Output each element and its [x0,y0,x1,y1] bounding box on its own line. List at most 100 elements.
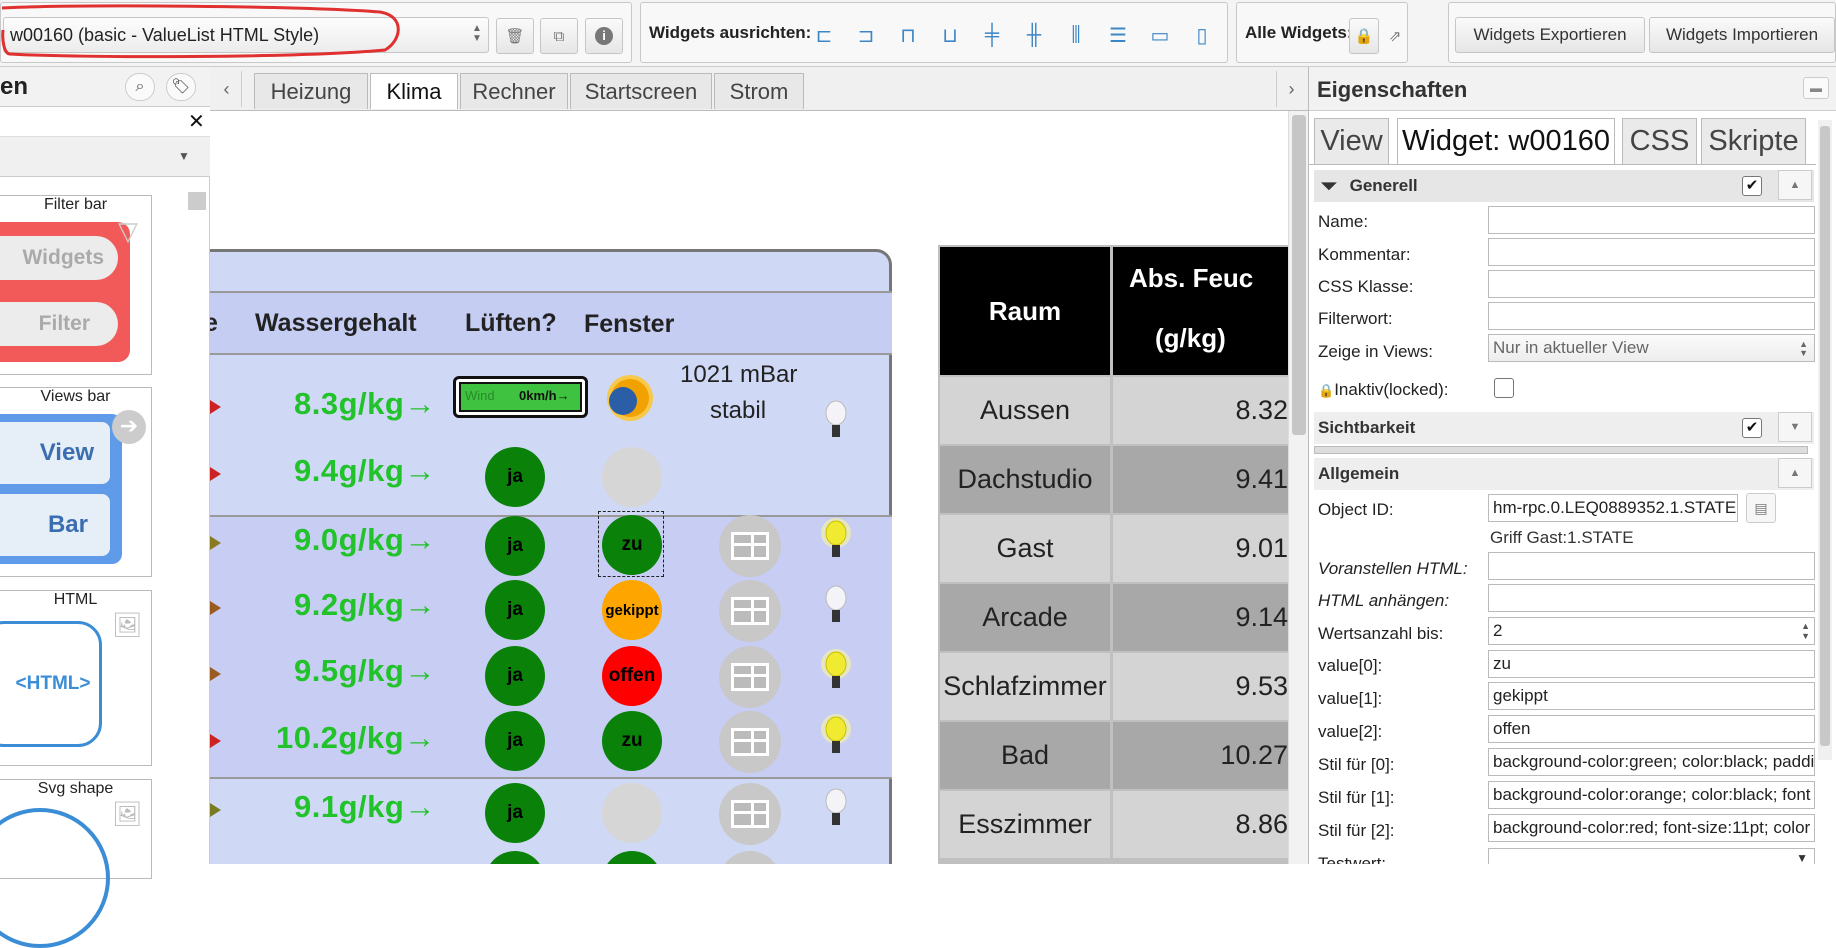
air-indicator[interactable]: ja [485,711,545,771]
export-widgets-button[interactable]: Widgets Exportieren [1455,17,1645,53]
section-expand-button[interactable]: ▼ [1778,412,1812,442]
window-state[interactable]: gekippt [602,580,662,640]
collapse-panel-button[interactable]: ▬ [1803,77,1829,99]
tab-view[interactable]: View [1314,118,1389,164]
tab-klima[interactable]: Klima [370,73,458,109]
unlock-all-button[interactable]: ⇗ [1383,18,1407,54]
section-generell[interactable]: ⏷ Generell [1314,170,1814,202]
tab-skripte[interactable]: Skripte [1701,118,1806,164]
align-left-icon[interactable]: ⊏ [811,21,837,49]
window-state[interactable]: zu [602,515,662,575]
table-cell-room: Arcade [940,584,1110,651]
value0-field[interactable]: zu [1488,650,1815,678]
trend-arrow-icon [210,734,221,748]
name-field[interactable] [1488,206,1815,234]
canvas-scrollbar-thumb[interactable] [1292,115,1306,435]
object-id-field[interactable]: hm-rpc.0.LEQ0889352.1.STATE [1488,494,1738,522]
prepend-html-field[interactable] [1488,552,1815,580]
pressure-trend: stabil [710,397,767,424]
stepper-arrows-icon[interactable]: ▲ ▼ [1801,621,1810,641]
tab-heizung[interactable]: Heizung [254,73,368,109]
delete-widget-button[interactable]: 🗑 [496,18,534,54]
locked-checkbox[interactable] [1494,378,1514,398]
widget-palette: en ⌕ 🏷 ✕ ▼ Filter bar Widgets Filter ▽ V… [0,67,210,948]
window-state[interactable]: zu [602,711,662,771]
section-title: Generell [1349,176,1418,195]
palette-card-views-bar[interactable]: Views bar View Bar ➔ [0,387,152,577]
filter-widgets-button: Widgets [0,236,118,280]
palette-card-filter-bar[interactable]: Filter bar Widgets Filter ▽ [0,195,152,375]
tab-css[interactable]: CSS [1622,118,1697,164]
window-state[interactable] [602,447,662,507]
distribute-h-icon[interactable]: ⫼ [1063,21,1089,49]
table-cell-room: Esszimmer [940,791,1110,858]
section-sichtbarkeit[interactable]: Sichtbarkeit [1314,412,1814,444]
filter-field[interactable] [1488,302,1815,330]
value2-field[interactable]: offen [1488,715,1815,743]
palette-tag-button[interactable]: 🏷 [166,73,196,101]
table-cell-room: Bad [940,722,1110,789]
section-collapse-button[interactable]: ▲ [1778,458,1812,488]
close-icon[interactable]: ✕ [188,109,205,134]
canvas-scrollbar[interactable] [1288,111,1308,864]
palette-card-svg-shape[interactable]: Svg shape 🖼 [0,779,152,948]
wind-sensor[interactable]: Wind 0km/h→ [453,376,588,418]
palette-scrollbar-thumb[interactable] [188,192,206,210]
section-allgemein[interactable]: Allgemein [1314,458,1814,490]
palette-set-select[interactable]: ▼ [0,137,210,177]
tab-strom[interactable]: Strom [714,73,804,109]
properties-scrollbar-thumb[interactable] [1820,126,1830,746]
show-in-views-select[interactable]: Nur in aktueller View ▲ ▼ [1488,334,1815,362]
copy-widget-button[interactable]: ⧉ [540,18,578,54]
palette-search-button[interactable]: ⌕ [125,73,155,101]
count-stepper[interactable]: 2 ▲ ▼ [1488,617,1815,645]
tabs-scroll-right[interactable]: › [1276,71,1306,107]
widget-info-button[interactable]: i [585,18,623,54]
same-width-icon[interactable]: ▭ [1147,21,1173,49]
section-visibility-checkbox[interactable]: ✔ [1742,418,1762,438]
air-indicator[interactable]: ja [485,516,545,576]
list-icon: ▤ [1754,499,1768,516]
style1-field[interactable]: background-color:orange; color:black; fo… [1488,781,1815,809]
tabs-scroll-left[interactable]: ‹ [212,71,242,107]
align-bottom-icon[interactable]: ⊔ [937,21,963,49]
tab-rechner[interactable]: Rechner [460,73,568,109]
tab-widget[interactable]: Widget: w00160 [1397,118,1615,164]
align-right-icon[interactable]: ⊐ [853,21,879,49]
comment-field[interactable] [1488,238,1815,266]
palette-card-html[interactable]: HTML <HTML> 🖼 [0,590,152,766]
section-generell-checkbox[interactable]: ✔ [1742,176,1762,196]
air-indicator[interactable]: ja [485,580,545,640]
append-html-field[interactable] [1488,584,1815,612]
image-icon: 🖼 [112,612,143,639]
align-top-icon[interactable]: ⊓ [895,21,921,49]
same-height-icon[interactable]: ▯ [1189,21,1215,49]
views-bar-button: Bar [0,494,110,556]
lock-all-button[interactable]: 🔒 [1349,18,1379,54]
align-center-v-icon[interactable]: ╫ [1021,21,1047,49]
trend-arrow-icon [210,667,221,681]
air-indicator[interactable]: ja [485,646,545,706]
table-header-unit: (g/kg) [1155,323,1226,353]
bulb-off-icon [825,400,847,437]
import-widgets-button[interactable]: Widgets Importieren [1649,17,1835,53]
window-state[interactable]: offen [602,646,662,706]
window-state[interactable] [602,783,662,843]
style2-field[interactable]: background-color:red; font-size:11pt; co… [1488,814,1815,842]
properties-scrollbar[interactable] [1818,120,1832,760]
trend-arrow-icon [210,400,221,414]
style0-field[interactable]: background-color:green; color:black; pad… [1488,748,1815,776]
distribute-v-icon[interactable]: ☰ [1105,21,1131,49]
water-value: 10.2g/kg→ [276,720,436,755]
object-id-browse-button[interactable]: ▤ [1746,493,1776,523]
air-indicator[interactable]: ja [485,783,545,843]
css-class-field[interactable] [1488,270,1815,298]
align-center-h-icon[interactable]: ╪ [979,21,1005,49]
tab-startscreen[interactable]: Startscreen [570,73,712,109]
window-closed-icon [719,783,781,845]
section-collapse-button[interactable]: ▲ [1778,170,1812,200]
value1-label: value[1]: [1318,689,1383,708]
test-select[interactable]: ▼ [1488,848,1815,864]
air-indicator[interactable]: ja [485,447,545,507]
value1-field[interactable]: gekippt [1488,682,1815,710]
